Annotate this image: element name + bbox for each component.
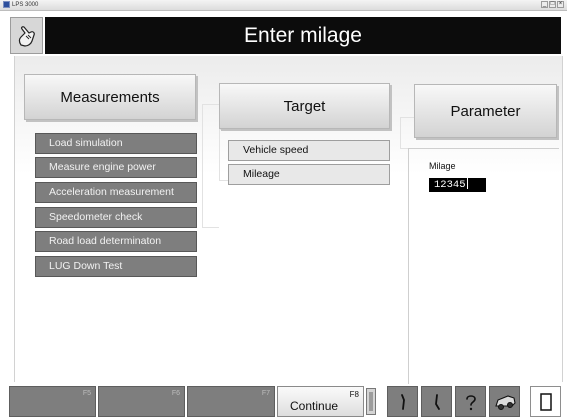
minimize-button[interactable]: _: [541, 1, 548, 8]
tab-measurements[interactable]: Measurements: [24, 74, 196, 120]
app-icon: [3, 1, 10, 8]
window-titlebar: LPS 3000 _ □ ×: [0, 0, 567, 11]
f6-key-number: F6: [171, 390, 180, 397]
vehicle-icon: [494, 394, 516, 410]
measurement-lug-down-test[interactable]: LUG Down Test: [35, 256, 197, 277]
target-mileage[interactable]: Mileage: [228, 164, 390, 185]
window-title: LPS 3000: [12, 2, 39, 8]
milage-label: Milage: [429, 161, 456, 171]
page-button[interactable]: [530, 386, 561, 417]
measurement-load-simulation[interactable]: Load simulation: [35, 133, 197, 154]
measurement-speedometer-check[interactable]: Speedometer check: [35, 207, 197, 228]
tab-parameter[interactable]: Parameter: [414, 84, 557, 138]
milage-input[interactable]: 12345: [429, 178, 486, 192]
milage-value: 12345: [434, 179, 466, 191]
target-list: Vehicle speed Mileage: [228, 140, 390, 186]
text-cursor: [466, 178, 468, 189]
header: Enter milage: [10, 17, 561, 54]
parameter-connector: [400, 117, 414, 149]
help-icon: [465, 394, 476, 410]
measurement-engine-power[interactable]: Measure engine power: [35, 157, 197, 178]
parameter-panel: Milage 12345: [408, 148, 559, 384]
f5-key[interactable]: F5: [9, 386, 96, 417]
help-button[interactable]: [455, 386, 486, 417]
target-vehicle-speed[interactable]: Vehicle speed: [228, 140, 390, 161]
close-button[interactable]: ×: [557, 1, 564, 8]
page-title: Enter milage: [45, 17, 561, 54]
continue-button[interactable]: F8 Continue: [277, 386, 364, 417]
dial-down-button[interactable]: [421, 386, 452, 417]
target-connector: [219, 129, 228, 181]
measurements-list: Load simulation Measure engine power Acc…: [35, 133, 197, 278]
vehicle-button[interactable]: [489, 386, 520, 417]
app-window: LPS 3000 _ □ × Enter milage Measurements…: [0, 0, 567, 419]
dial-down-icon: [434, 393, 440, 410]
dial-up-button[interactable]: [387, 386, 418, 417]
hand-pointer-icon: [18, 25, 35, 47]
dial-up-icon: [400, 393, 405, 410]
back-button[interactable]: [10, 17, 43, 54]
f5-key-number: F5: [82, 390, 91, 397]
f7-key[interactable]: F7: [187, 386, 275, 417]
maximize-button[interactable]: □: [549, 1, 556, 8]
measurements-connector: [202, 104, 219, 228]
page-icon: [539, 392, 552, 411]
tab-target[interactable]: Target: [219, 83, 390, 129]
f6-key[interactable]: F6: [98, 386, 185, 417]
f8-key-number: F8: [349, 390, 359, 399]
toolbar-separator: [366, 388, 376, 415]
function-key-bar: F5 F6 F7 F8 Continue: [9, 386, 561, 419]
continue-label: Continue: [290, 399, 339, 413]
window-controls: _ □ ×: [541, 1, 564, 8]
measurement-acceleration[interactable]: Acceleration measurement: [35, 182, 197, 203]
f7-key-number: F7: [261, 390, 270, 397]
measurement-road-load[interactable]: Road load determinaton: [35, 231, 197, 252]
